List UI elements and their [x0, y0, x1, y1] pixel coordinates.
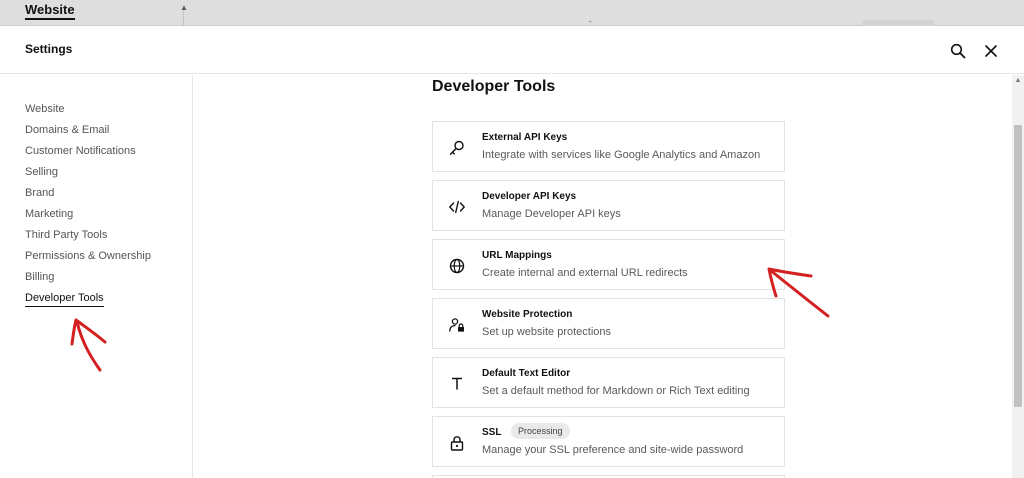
scrollbar-thumb[interactable]: [1014, 125, 1022, 407]
key-icon: [447, 138, 467, 158]
card-description: Set up website protections: [482, 326, 612, 338]
text-icon: [447, 374, 467, 394]
section-title: Developer Tools: [432, 78, 556, 95]
main-content: Developer Tools External API Keys Integr…: [194, 75, 1012, 478]
scrollbar[interactable]: ▲: [1012, 75, 1024, 478]
globe-icon: [447, 256, 467, 276]
sidebar-item-domains-email[interactable]: Domains & Email: [25, 124, 109, 136]
card-title: Default Text Editor: [482, 368, 571, 379]
card-description: Integrate with services like Google Anal…: [482, 149, 761, 161]
card-description: Create internal and external URL redirec…: [482, 267, 688, 279]
sidebar-item-marketing[interactable]: Marketing: [25, 208, 73, 220]
sidebar-item-website[interactable]: Website: [25, 103, 65, 115]
card-title: URL Mappings: [482, 250, 552, 261]
scroll-up-arrow-icon[interactable]: ▲: [1012, 77, 1024, 87]
user-lock-icon: [447, 315, 467, 335]
lock-icon: [447, 433, 467, 453]
card-title: External API Keys: [482, 132, 568, 143]
card-developer-api-keys[interactable]: Developer API Keys Manage Developer API …: [432, 180, 785, 231]
sidebar-item-permissions-ownership[interactable]: Permissions & Ownership: [25, 250, 151, 262]
card-description: Manage your SSL preference and site-wide…: [482, 444, 744, 456]
background-divider: [183, 10, 184, 26]
card-website-protection[interactable]: Website Protection Set up website protec…: [432, 298, 785, 349]
card-external-api-keys[interactable]: External API Keys Integrate with service…: [432, 121, 785, 172]
sidebar-item-developer-tools[interactable]: Developer Tools: [25, 292, 104, 307]
settings-sidebar: Website Domains & Email Customer Notific…: [0, 75, 193, 478]
sidebar-item-brand[interactable]: Brand: [25, 187, 54, 199]
search-button[interactable]: [948, 41, 968, 61]
card-title: Website Protection: [482, 309, 573, 320]
status-badge: Processing: [511, 423, 570, 439]
sidebar-item-third-party-tools[interactable]: Third Party Tools: [25, 229, 107, 241]
sidebar-item-customer-notifications[interactable]: Customer Notifications: [25, 145, 136, 157]
settings-header: Settings: [0, 26, 1024, 74]
background-site-title: Website: [25, 2, 75, 20]
sidebar-item-billing[interactable]: Billing: [25, 271, 54, 283]
card-title: Developer API Keys: [482, 191, 577, 202]
card-description: Manage Developer API keys: [482, 208, 621, 220]
card-title: SSL: [482, 427, 502, 438]
sidebar-item-selling[interactable]: Selling: [25, 166, 58, 178]
background-page-strip: Website ▲ ˇ: [0, 0, 1024, 29]
close-icon: [985, 45, 997, 57]
card-url-mappings[interactable]: URL Mappings Create internal and externa…: [432, 239, 785, 290]
card-default-text-editor[interactable]: Default Text Editor Set a default method…: [432, 357, 785, 408]
close-button[interactable]: [981, 41, 1001, 61]
search-icon: [950, 43, 966, 59]
code-icon: [447, 197, 467, 217]
page-title: Settings: [25, 42, 73, 56]
card-description: Set a default method for Markdown or Ric…: [482, 385, 750, 397]
card-ssl[interactable]: SSL Processing Manage your SSL preferenc…: [432, 416, 785, 467]
